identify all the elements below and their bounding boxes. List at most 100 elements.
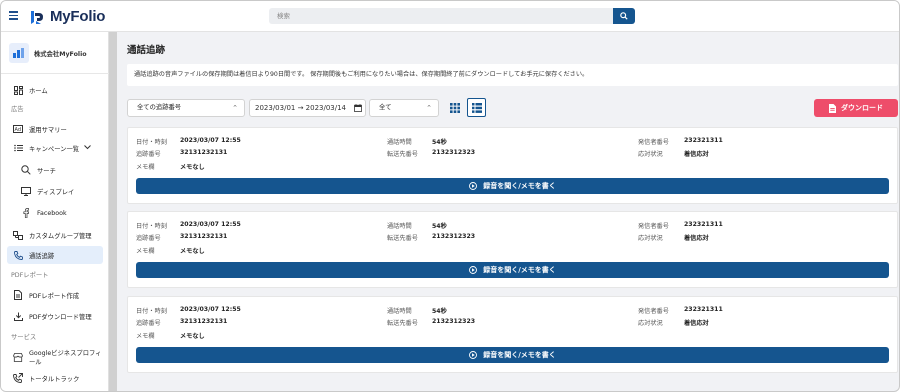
sidebar-item-google-profile[interactable]: Googleビジネスプロフィール — [7, 348, 103, 366]
menu-icon[interactable] — [9, 11, 18, 20]
duration-label: 通話時間 — [387, 223, 412, 230]
status-value: 着信応対 — [684, 151, 709, 158]
play-circle-icon — [469, 182, 478, 190]
memo-value: メモなし — [180, 333, 205, 340]
document-icon — [13, 290, 23, 300]
sidebar-item-ad-summary[interactable]: Ad 運用サマリー — [7, 120, 103, 138]
pdf-file-icon — [829, 103, 836, 113]
tracking-no-value: 32131232131 — [180, 233, 228, 240]
duration-label: 通話時間 — [387, 308, 412, 315]
sidebar-item-custom-group[interactable]: カスタムグループ管理 — [7, 226, 103, 244]
store-icon — [13, 352, 23, 362]
sidebar-item-label: キャンペーン一覧 — [29, 145, 80, 153]
brand-name: MyFolio — [50, 8, 106, 25]
download-button-label: ダウンロード — [841, 104, 883, 112]
grid-icon — [449, 102, 460, 113]
page-title: 通話追跡 — [127, 45, 166, 56]
caller-value: 232321311 — [684, 137, 723, 144]
ad-icon: Ad — [13, 124, 23, 134]
duration-value: 54秒 — [432, 308, 447, 315]
caller-value: 232321311 — [684, 306, 723, 313]
main-content: 通話追跡 通話追跡の音声ファイルの保存期間は着信日より90日間です。 保存期間後… — [118, 32, 899, 391]
list-view-button[interactable] — [467, 98, 486, 117]
svg-text:Ad: Ad — [15, 127, 22, 133]
grid-view-button[interactable] — [445, 98, 464, 117]
facebook-icon — [21, 208, 31, 218]
memo-label: メモ欄 — [136, 248, 155, 255]
forward-to-value: 2132312323 — [432, 233, 476, 240]
sidebar-item-pdf-download[interactable]: PDFダウンロード管理 — [7, 307, 103, 325]
sidebar-item-label: カスタムグループ管理 — [29, 232, 92, 240]
tracking-no-label: 追跡番号 — [136, 320, 161, 327]
tracking-no-label: 追跡番号 — [136, 235, 161, 242]
play-recording-button[interactable]: 録音を聞く/メモを書く — [136, 178, 889, 194]
call-card: 日付・時刻 2023/03/07 12:55 追跡番号 32131232131 … — [127, 127, 898, 204]
status-label: 応対状況 — [638, 235, 663, 242]
sidebar-item-label: ホーム — [29, 87, 48, 95]
phone-forward-icon — [13, 373, 23, 383]
sidebar-scrollbar[interactable] — [109, 32, 117, 391]
status-select-value: 全て — [379, 104, 392, 111]
phone-icon — [13, 250, 23, 260]
play-recording-button[interactable]: 録音を聞く/メモを書く — [136, 262, 889, 278]
chevron-updown-icon: ⌃ — [426, 104, 432, 112]
play-recording-label: 録音を聞く/メモを書く — [483, 182, 556, 190]
datetime-value: 2023/03/07 12:55 — [180, 306, 241, 313]
sidebar-item-pdf-create[interactable]: PDFレポート作成 — [7, 286, 103, 304]
status-value: 着信応対 — [684, 235, 709, 242]
play-recording-button[interactable]: 録音を聞く/メモを書く — [136, 347, 889, 363]
memo-value: メモなし — [180, 248, 205, 255]
sidebar-item-display[interactable]: ディスプレイ — [7, 182, 103, 200]
play-circle-icon — [469, 351, 478, 359]
play-recording-label: 録音を聞く/メモを書く — [483, 351, 556, 359]
search-icon — [620, 12, 628, 20]
list-view-icon — [471, 102, 482, 113]
datetime-label: 日付・時刻 — [136, 139, 167, 146]
sidebar-item-search[interactable]: サーチ — [7, 161, 103, 179]
sidebar-item-home[interactable]: ホーム — [7, 81, 103, 99]
forward-to-label: 転送先番号 — [387, 235, 418, 242]
duration-value: 54秒 — [432, 223, 447, 230]
company-logo-icon — [9, 43, 29, 63]
tracking-no-label: 追跡番号 — [136, 151, 161, 158]
date-range-value: 2023/03/01 → 2023/03/14 — [255, 104, 347, 112]
status-select[interactable]: 全て ⌃ — [369, 99, 439, 117]
play-circle-icon — [469, 266, 478, 274]
sidebar-item-facebook[interactable]: Facebook — [7, 204, 103, 222]
sidebar-item-label: PDFダウンロード管理 — [29, 313, 92, 321]
sidebar: 株式会社MyFolio ホーム 広告 Ad 運用サマリー キャンペーン一覧 サー… — [1, 32, 109, 391]
sidebar-item-campaign-list[interactable]: キャンペーン一覧 — [7, 139, 103, 157]
sidebar-item-label: Googleビジネスプロフィール — [29, 350, 102, 366]
caller-label: 発信者番号 — [638, 308, 669, 315]
sidebar-item-label: トータルトラック — [29, 375, 80, 383]
tracking-number-select[interactable]: 全ての追跡番号 ⌃ — [127, 99, 245, 117]
retention-notice: 通話追跡の音声ファイルの保存期間は着信日より90日間です。 保存期間後もご利用に… — [127, 64, 898, 86]
section-pdf: PDFレポート — [11, 272, 49, 279]
dashboard-icon — [13, 85, 23, 95]
status-label: 応対状況 — [638, 151, 663, 158]
brand-logo[interactable]: MyFolio — [30, 7, 105, 26]
filter-toolbar: 全ての追跡番号 ⌃ 2023/03/01 → 2023/03/14 全て ⌃ ダ… — [127, 98, 898, 118]
company-switcher[interactable]: 株式会社MyFolio — [1, 32, 109, 74]
sidebar-item-label: 通話追跡 — [29, 252, 55, 260]
memo-value: メモなし — [180, 164, 205, 171]
search-icon — [21, 165, 31, 175]
download-button[interactable]: ダウンロード — [814, 99, 898, 117]
datetime-label: 日付・時刻 — [136, 308, 167, 315]
duration-value: 54秒 — [432, 139, 447, 146]
sidebar-item-call-tracking[interactable]: 通話追跡 — [7, 246, 103, 264]
search-button[interactable] — [613, 8, 635, 24]
monitor-icon — [21, 186, 31, 196]
search-input[interactable]: 検索 — [269, 8, 613, 24]
forward-to-label: 転送先番号 — [387, 151, 418, 158]
datetime-label: 日付・時刻 — [136, 223, 167, 230]
sidebar-item-label: PDFレポート作成 — [29, 292, 80, 300]
status-value: 着信応対 — [684, 320, 709, 327]
date-range-picker[interactable]: 2023/03/01 → 2023/03/14 — [249, 99, 366, 117]
tracking-no-value: 32131232131 — [180, 318, 228, 325]
forward-to-value: 2132312323 — [432, 149, 476, 156]
sidebar-item-total-track[interactable]: トータルトラック — [7, 369, 103, 387]
list-icon — [13, 143, 23, 153]
app-window: MyFolio 検索 株式会社MyFolio ホーム 広告 Ad 運用サマリー … — [0, 0, 900, 392]
forward-to-label: 転送先番号 — [387, 320, 418, 327]
